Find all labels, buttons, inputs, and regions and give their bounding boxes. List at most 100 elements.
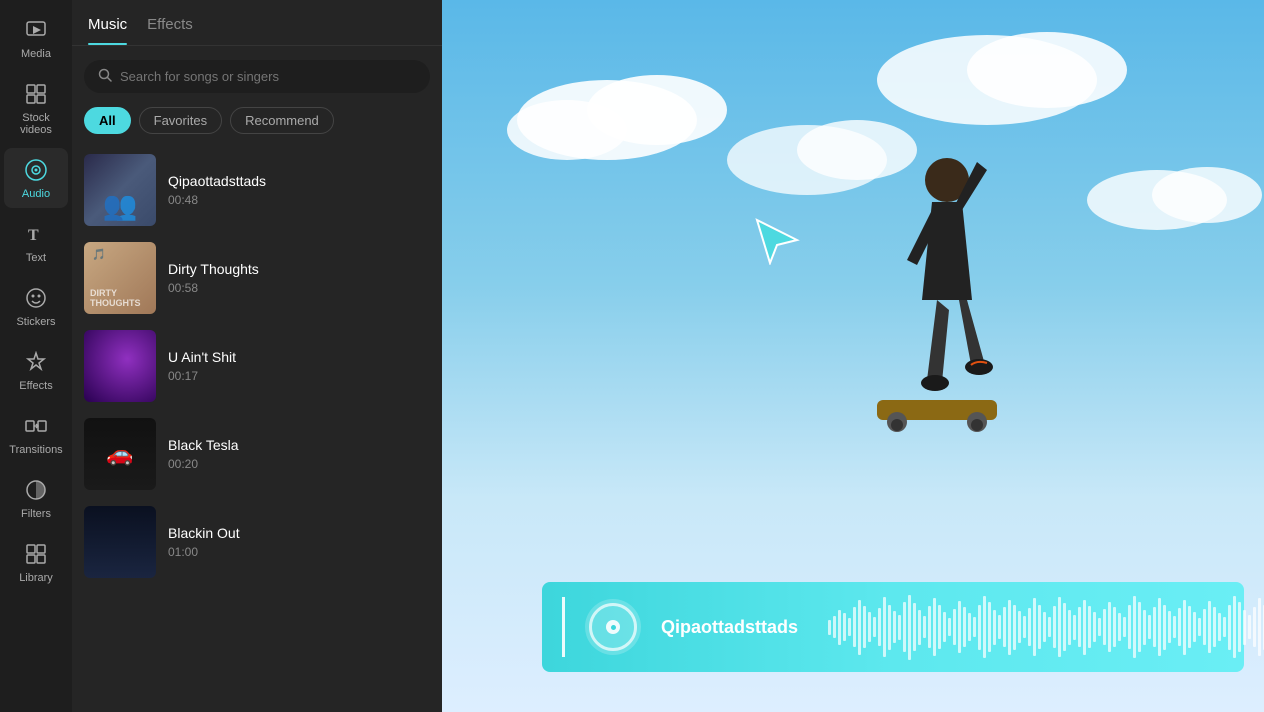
wave-bar [1193,612,1196,642]
sidebar-item-effects[interactable]: Effects [4,340,68,400]
wave-bar [1163,605,1166,650]
sidebar-item-effects-label: Effects [19,380,52,392]
vinyl-center [606,620,620,634]
song-duration-3: 00:17 [168,369,430,383]
vinyl-dot [611,625,616,630]
song-info-4: Black Tesla 00:20 [168,437,430,471]
sidebar-item-media-label: Media [21,48,51,60]
wave-bar [1198,618,1201,636]
wave-bar [853,607,856,647]
sidebar-item-filters[interactable]: Filters [4,468,68,528]
search-bar[interactable] [84,60,430,93]
wave-bar [928,606,931,648]
wave-bar [903,602,906,652]
wave-bar [1148,615,1151,639]
sidebar-item-media[interactable]: Media [4,8,68,68]
sidebar-item-library[interactable]: Library [4,532,68,592]
song-title-5: Blackin Out [168,525,430,541]
wave-bar [958,601,961,653]
media-icon [22,16,50,44]
wave-bar [908,595,911,660]
wave-bar [988,602,991,652]
video-preview: Qipaottadsttads [442,0,1264,712]
wave-bar [878,608,881,646]
wave-bar [1188,606,1191,648]
transitions-icon [22,412,50,440]
song-item-4[interactable]: 🚗 Black Tesla 00:20 [72,410,442,498]
song-title-2: Dirty Thoughts [168,261,430,277]
wave-bar [1238,602,1241,652]
song-thumbnail-5 [84,506,156,578]
wave-bar [1243,610,1246,645]
player-progress-line [562,597,565,657]
song-thumbnail-4: 🚗 [84,418,156,490]
filter-recommend[interactable]: Recommend [230,107,334,134]
tab-effects[interactable]: Effects [147,16,193,45]
song-duration-4: 00:20 [168,457,430,471]
panel-tabs: Music Effects [72,0,442,46]
wave-bar [1008,600,1011,655]
wave-bar [833,616,836,638]
sidebar-item-filters-label: Filters [21,508,51,520]
wave-bar [1073,615,1076,640]
song-item-5[interactable]: Blackin Out 01:00 [72,498,442,586]
wave-bar [998,615,1001,639]
wave-bar [1178,608,1181,646]
song-item-1[interactable]: Qipaottadsttads 00:48 [72,146,442,234]
wave-bar [1128,605,1131,649]
icon-sidebar: Media Stock videos Audio T [0,0,72,712]
wave-bar [933,598,936,656]
song-info-3: U Ain't Shit 00:17 [168,349,430,383]
wave-bar [993,610,996,645]
wave-bar [1168,611,1171,643]
text-icon: T [22,220,50,248]
wave-bar [1203,609,1206,645]
sidebar-item-stickers[interactable]: Stickers [4,276,68,336]
sidebar-item-stock-videos[interactable]: Stock videos [4,72,68,144]
wave-bar [843,613,846,641]
filter-tabs: All Favorites Recommend [72,107,442,146]
wave-bar [898,615,901,640]
wave-bar [918,610,921,645]
song-title-4: Black Tesla [168,437,430,453]
song-item-3[interactable]: U Ain't Shit 00:17 [72,322,442,410]
wave-bar [1253,607,1256,647]
stickers-icon [22,284,50,312]
svg-text:T: T [28,227,39,244]
audio-icon [22,156,50,184]
song-info-2: Dirty Thoughts 00:58 [168,261,430,295]
vinyl-record [589,603,637,651]
wave-bar [913,603,916,651]
wave-bar [1248,615,1251,639]
wave-bar [1048,617,1051,637]
wave-bar [1173,616,1176,638]
wave-bar [1223,617,1226,637]
wave-bar [978,605,981,650]
sidebar-item-audio[interactable]: Audio [4,148,68,208]
wave-bar [1063,603,1066,651]
sidebar-item-text[interactable]: T Text [4,212,68,272]
tab-music[interactable]: Music [88,16,127,45]
search-input[interactable] [120,69,416,84]
sidebar-item-stickers-label: Stickers [16,316,55,328]
wave-bar [1053,606,1056,648]
wave-bar [1233,596,1236,658]
song-info-1: Qipaottadsttads 00:48 [168,173,430,207]
sidebar-item-audio-label: Audio [22,188,50,200]
wave-bar [1043,612,1046,642]
wave-bar [873,617,876,637]
sidebar-item-transitions[interactable]: Transitions [4,404,68,464]
wave-bar [1098,618,1101,636]
wave-bar [1113,607,1116,647]
wave-bar [1143,610,1146,645]
wave-bar [1068,610,1071,645]
wave-bar [953,609,956,645]
wave-bar [888,605,891,650]
music-player-bar: Qipaottadsttads [542,582,1244,672]
wave-bar [1033,598,1036,656]
wave-bar [1228,605,1231,650]
wave-bar [968,613,971,641]
filter-all[interactable]: All [84,107,131,134]
song-item-2[interactable]: DIRTY THOUGHTS Dirty Thoughts 00:58 [72,234,442,322]
filter-favorites[interactable]: Favorites [139,107,222,134]
